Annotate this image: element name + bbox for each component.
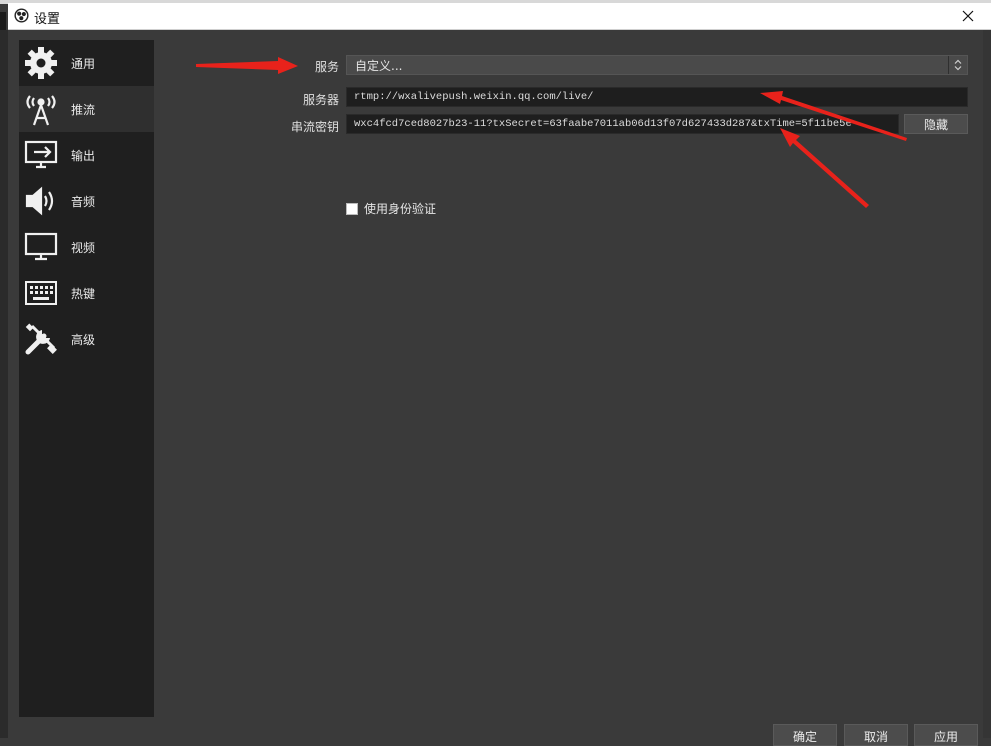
arrow-to-stream-key [780, 128, 869, 208]
use-auth-checkbox[interactable] [346, 202, 358, 215]
sidebar-item-hotkeys[interactable]: 热键 [19, 270, 154, 316]
sidebar-item-label: 视频 [71, 240, 96, 255]
settings-sidebar: 通用 推流 输出 音频 视频 热键 高级 [19, 40, 154, 717]
keyboard-icon [21, 273, 61, 313]
sidebar-item-label: 推流 [71, 102, 96, 117]
stream-key-label: 串流密钥 [290, 120, 339, 134]
server-label: 服务器 [302, 93, 339, 107]
sidebar-item-audio[interactable]: 音频 [19, 178, 154, 224]
sidebar-item-label: 高级 [71, 332, 96, 347]
stream-key-input[interactable]: wxc4fcd7ced8027b23-11?txSecret=63faabe70… [346, 114, 899, 134]
sidebar-item-label: 音频 [71, 194, 96, 209]
background-window-left-edge [0, 30, 8, 738]
apply-button[interactable]: 应用 [914, 724, 978, 746]
close-button[interactable] [951, 3, 985, 29]
window-title: 设置 [34, 11, 61, 26]
server-input[interactable]: rtmp://wxalivepush.weixin.qq.com/live/ [346, 87, 968, 107]
service-select[interactable]: 自定义... [346, 55, 968, 75]
sidebar-item-video[interactable]: 视频 [19, 224, 154, 270]
sidebar-item-output[interactable]: 输出 [19, 132, 154, 178]
cancel-button[interactable]: 取消 [844, 724, 908, 746]
sidebar-item-advanced[interactable]: 高级 [19, 316, 154, 362]
title-bar: 设置 [8, 3, 991, 30]
use-auth-label: 使用身份验证 [364, 202, 437, 216]
antenna-icon [21, 89, 61, 129]
select-arrows-icon [948, 56, 967, 74]
sidebar-item-label: 通用 [71, 56, 96, 71]
sidebar-item-stream[interactable]: 推流 [19, 86, 154, 132]
hide-key-button[interactable]: 隐藏 [904, 114, 968, 134]
sidebar-item-general[interactable]: 通用 [19, 40, 154, 86]
obs-logo-icon [14, 8, 29, 23]
tools-icon [21, 319, 61, 359]
use-auth-checkbox-row[interactable]: 使用身份验证 [346, 200, 436, 217]
service-value: 自定义... [355, 58, 403, 73]
sidebar-item-label: 输出 [71, 148, 96, 163]
output-icon [21, 135, 61, 175]
background-window-left-mark [0, 12, 6, 30]
close-icon [962, 10, 974, 22]
service-label: 服务 [314, 60, 339, 74]
ok-button[interactable]: 确定 [773, 724, 837, 746]
monitor-icon [21, 227, 61, 267]
gear-icon [21, 43, 61, 83]
speaker-icon [21, 181, 61, 221]
sidebar-item-label: 热键 [71, 286, 96, 301]
background-window-right-edge [983, 30, 991, 738]
